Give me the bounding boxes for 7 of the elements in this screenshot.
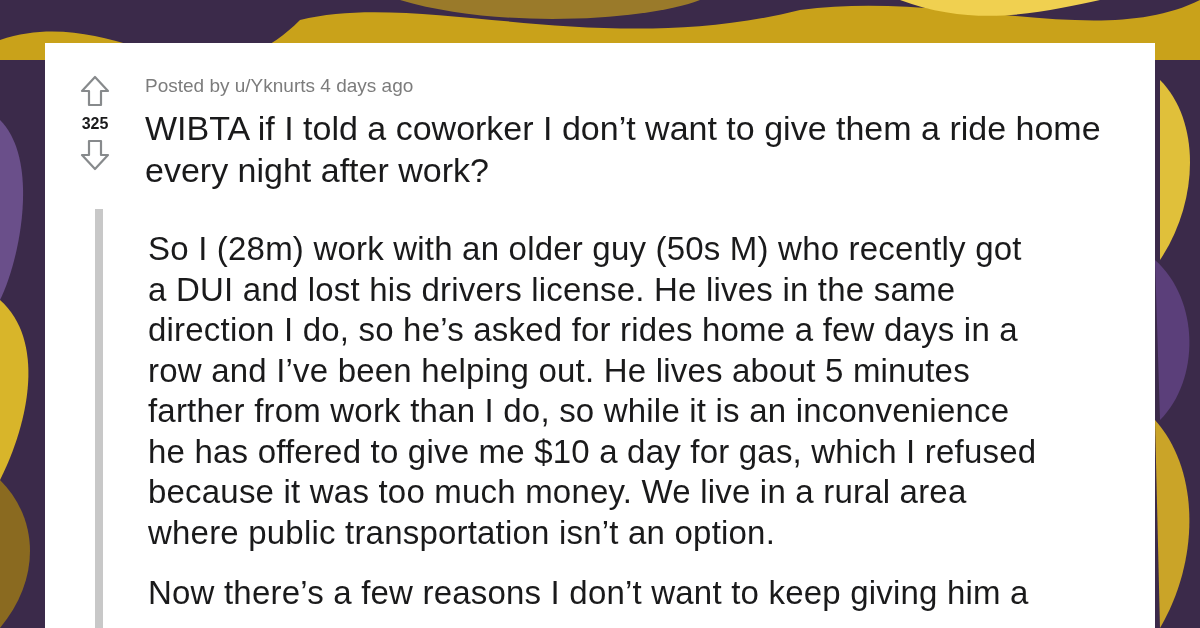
post-paragraph: Now there’s a few reasons I don’t want to keep giving him a: [148, 573, 1030, 613]
post-byline: Posted by u/Yknurts 4 days ago: [145, 75, 415, 97]
vote-count: 325: [81, 115, 109, 133]
post-paragraph: So I (28m) work with an older guy (50s M) who recently got a DUI and lost his drivers license. He lives in the same direction I do, so he’s asked for rides home a few days in a row and I’ve been helping out. He lives about 5 minutes farther from work than I do, so while it is an inconvenience he has offered to give me $10 a day for gas, which I refused because it was too much money. We live in a rural area where public transportation isn’t an option.: [148, 229, 1037, 553]
upvote-icon[interactable]: [80, 75, 110, 107]
downvote-icon[interactable]: [80, 139, 110, 171]
post-title: WIBTA if I told a coworker I don’t want to give them a ride home every night after work?: [145, 108, 1102, 191]
